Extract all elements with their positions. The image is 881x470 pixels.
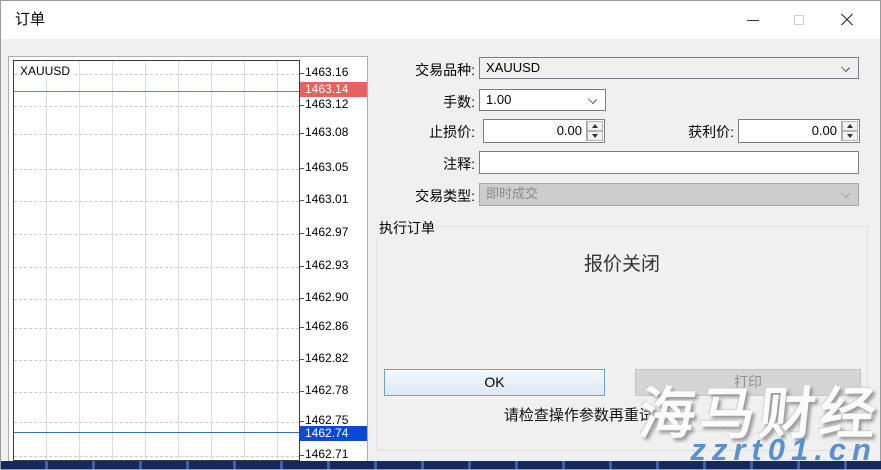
- step-up-icon[interactable]: [587, 121, 603, 131]
- maximize-button[interactable]: [776, 1, 822, 39]
- comment-label: 注释:: [375, 154, 475, 174]
- comment-input[interactable]: [480, 152, 858, 173]
- axis-tick: [300, 298, 304, 299]
- minimize-button[interactable]: [730, 1, 776, 39]
- ask-price-line: [14, 91, 299, 92]
- price-tick-label: 1462.78: [305, 383, 367, 397]
- gridline: [14, 456, 299, 457]
- price-tick-label: 1463.05: [305, 160, 367, 174]
- gridline: [14, 360, 299, 361]
- minimize-icon: [747, 20, 759, 21]
- quote-closed-message: 报价关闭: [376, 249, 868, 276]
- axis-tick: [300, 200, 304, 201]
- axis-tick: [300, 327, 304, 328]
- axis-tick: [300, 391, 304, 392]
- step-up-icon[interactable]: [842, 121, 858, 131]
- take-profit-stepper[interactable]: [841, 121, 858, 141]
- axis-tick: [300, 455, 304, 456]
- volume-value: 1.00: [486, 92, 511, 107]
- gridline: [14, 328, 299, 329]
- price-tick-label: 1462.90: [305, 290, 367, 304]
- symbol-label: 交易品种:: [375, 60, 475, 80]
- chevron-down-icon: [841, 63, 850, 72]
- stop-loss-value: 0.00: [557, 123, 582, 138]
- stop-loss-stepper[interactable]: [586, 121, 603, 141]
- gridline: [14, 267, 299, 268]
- symbol-value: XAUUSD: [486, 60, 540, 75]
- bid-price-badge: 1462.74: [300, 426, 367, 441]
- ask-price-badge: 1463.14: [300, 82, 367, 97]
- chevron-down-icon: [841, 189, 850, 198]
- axis-tick: [300, 168, 304, 169]
- close-icon: [840, 13, 854, 27]
- execution-group-label: 执行订单: [376, 218, 438, 238]
- price-tick-label: 1462.93: [305, 258, 367, 272]
- chart-symbol-label: XAUUSD: [18, 64, 72, 78]
- axis-tick: [300, 133, 304, 134]
- volume-combobox[interactable]: 1.00: [479, 89, 606, 111]
- order-dialog-window: 订单 XAUUSD: [0, 0, 881, 470]
- axis-tick: [300, 421, 304, 422]
- comment-field-wrap: [479, 151, 859, 174]
- axis-tick: [300, 73, 304, 74]
- price-tick-label: 1462.82: [305, 351, 367, 365]
- gridline: [14, 106, 299, 107]
- volume-label: 手数:: [375, 92, 475, 112]
- price-tick-label: 1463.12: [305, 97, 367, 111]
- stop-loss-input[interactable]: 0.00: [483, 119, 605, 143]
- price-tick-label: 1463.16: [305, 65, 367, 79]
- price-tick-label: 1462.86: [305, 319, 367, 333]
- symbol-combobox[interactable]: XAUUSD: [479, 57, 859, 79]
- step-down-icon[interactable]: [587, 131, 603, 141]
- tick-chart-area: XAUUSD: [13, 60, 300, 461]
- gridline: [14, 169, 299, 170]
- take-profit-input[interactable]: 0.00: [738, 119, 860, 143]
- stop-loss-label: 止损价:: [375, 122, 475, 142]
- axis-tick: [300, 266, 304, 267]
- price-tick-label: 1463.08: [305, 125, 367, 139]
- take-profit-value: 0.00: [812, 123, 837, 138]
- gridline: [14, 299, 299, 300]
- trade-type-combobox: 即时成交: [479, 183, 859, 206]
- bid-price-line: [14, 432, 299, 433]
- trade-type-label: 交易类型:: [375, 186, 475, 206]
- axis-tick: [300, 233, 304, 234]
- gridline: [14, 201, 299, 202]
- trade-type-value: 即时成交: [486, 186, 538, 201]
- take-profit-label: 获利价:: [634, 122, 734, 142]
- price-tick-label: 1462.75: [305, 413, 367, 427]
- price-tick-label: 1462.71: [305, 447, 367, 461]
- window-title: 订单: [15, 1, 45, 39]
- step-down-icon[interactable]: [842, 131, 858, 141]
- gridline: [14, 234, 299, 235]
- ok-button[interactable]: OK: [384, 369, 605, 396]
- watermark-band: [1, 461, 881, 469]
- maximize-icon: [794, 15, 804, 25]
- chevron-down-icon: [588, 95, 597, 104]
- axis-tick: [300, 105, 304, 106]
- price-tick-label: 1463.01: [305, 192, 367, 206]
- quote-chart-panel: XAUUSD: [8, 56, 368, 463]
- price-tick-label: 1462.97: [305, 225, 367, 239]
- gridline: [14, 134, 299, 135]
- close-button[interactable]: [824, 1, 870, 39]
- gridline: [14, 422, 299, 423]
- title-bar: 订单: [1, 1, 880, 39]
- gridline: [14, 392, 299, 393]
- axis-tick: [300, 359, 304, 360]
